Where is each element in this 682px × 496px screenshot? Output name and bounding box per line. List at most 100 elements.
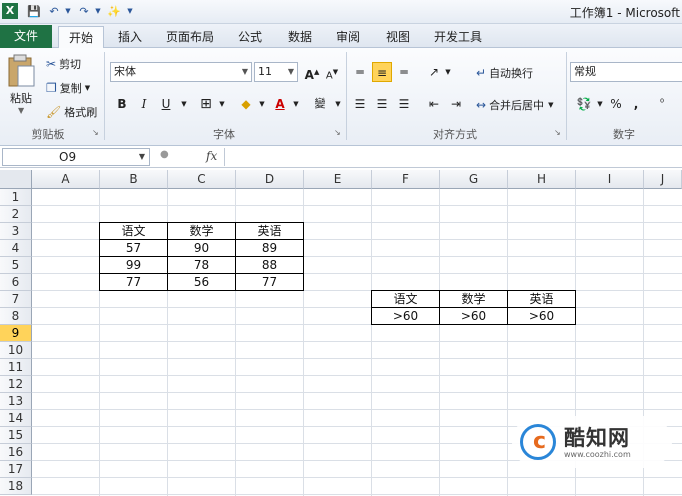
align-center-icon[interactable]: ☰ bbox=[372, 94, 392, 114]
phonetic-button[interactable]: 變 bbox=[310, 94, 330, 114]
table2-cell[interactable]: >60 bbox=[507, 307, 576, 325]
table1-cell[interactable]: 89 bbox=[235, 239, 304, 257]
name-box[interactable]: O9 ▼ bbox=[2, 148, 150, 166]
tab-home[interactable]: 开始 bbox=[58, 26, 104, 48]
align-bottom-icon[interactable]: ═ bbox=[394, 62, 414, 82]
row-header-3[interactable]: 3 bbox=[0, 223, 32, 240]
table1-cell[interactable]: 88 bbox=[235, 256, 304, 274]
align-top-icon[interactable]: ═ bbox=[350, 62, 370, 82]
column-header-f[interactable]: F bbox=[372, 170, 440, 189]
percent-button[interactable]: % bbox=[606, 94, 626, 114]
row-header-14[interactable]: 14 bbox=[0, 410, 32, 427]
phonetic-dropdown-icon[interactable]: ▼ bbox=[328, 94, 348, 114]
underline-button[interactable]: U bbox=[156, 94, 176, 114]
number-format-combo[interactable]: 常规 bbox=[570, 62, 682, 82]
row-header-4[interactable]: 4 bbox=[0, 240, 32, 257]
table1-header-cell[interactable]: 英语 bbox=[235, 222, 304, 240]
table2-header-cell[interactable]: 数学 bbox=[439, 290, 508, 308]
tab-view[interactable]: 视图 bbox=[378, 26, 418, 48]
column-header-j[interactable]: J bbox=[644, 170, 682, 189]
cut-button[interactable]: ✂ 剪切 bbox=[46, 56, 81, 72]
table2-cell[interactable]: >60 bbox=[371, 307, 440, 325]
increase-indent-icon[interactable]: ⇥ bbox=[446, 94, 466, 114]
table1-cell[interactable]: 56 bbox=[167, 273, 236, 291]
redo-dropdown-icon[interactable]: ▼ bbox=[90, 3, 106, 19]
column-header-d[interactable]: D bbox=[236, 170, 304, 189]
row-header-8[interactable]: 8 bbox=[0, 308, 32, 325]
merge-center-button[interactable]: ↔ 合并后居中 ▼ bbox=[476, 97, 553, 113]
tab-developer[interactable]: 开发工具 bbox=[428, 26, 488, 48]
formula-bar-resize-icon[interactable]: ● bbox=[160, 149, 169, 160]
table1-cell[interactable]: 99 bbox=[99, 256, 168, 274]
table1-cell[interactable]: 90 bbox=[167, 239, 236, 257]
row-header-6[interactable]: 6 bbox=[0, 274, 32, 291]
increase-decimal-icon[interactable]: ⁰ bbox=[652, 94, 672, 114]
tab-formulas[interactable]: 公式 bbox=[230, 26, 270, 48]
row-header-10[interactable]: 10 bbox=[0, 342, 32, 359]
tab-file[interactable]: 文件 bbox=[0, 25, 52, 48]
tab-data[interactable]: 数据 bbox=[280, 26, 320, 48]
table1-header-cell[interactable]: 数学 bbox=[167, 222, 236, 240]
table1-cell[interactable]: 57 bbox=[99, 239, 168, 257]
copy-button[interactable]: ❐ 复制 ▼ bbox=[46, 80, 90, 96]
paste-dropdown-icon[interactable]: ▼ bbox=[18, 106, 24, 115]
table1-header-cell[interactable]: 语文 bbox=[99, 222, 168, 240]
underline-dropdown-icon[interactable]: ▼ bbox=[174, 94, 194, 114]
tab-insert[interactable]: 插入 bbox=[110, 26, 150, 48]
table2-header-cell[interactable]: 语文 bbox=[371, 290, 440, 308]
grow-font-button[interactable]: A▲ bbox=[302, 62, 322, 82]
wrap-text-button[interactable]: ↵ 自动换行 bbox=[476, 65, 533, 81]
align-left-icon[interactable]: ☰ bbox=[350, 94, 370, 114]
alignment-launcher-icon[interactable]: ↘ bbox=[554, 128, 561, 137]
decrease-indent-icon[interactable]: ⇤ bbox=[424, 94, 444, 114]
clipboard-launcher-icon[interactable]: ↘ bbox=[92, 128, 99, 137]
row-header-11[interactable]: 11 bbox=[0, 359, 32, 376]
table1-cell[interactable]: 77 bbox=[235, 273, 304, 291]
row-header-9[interactable]: 9 bbox=[0, 325, 32, 342]
save-icon[interactable]: 💾 bbox=[26, 3, 42, 19]
row-header-7[interactable]: 7 bbox=[0, 291, 32, 308]
column-header-g[interactable]: G bbox=[440, 170, 508, 189]
comma-button[interactable]: , bbox=[626, 94, 646, 114]
row-header-18[interactable]: 18 bbox=[0, 478, 32, 495]
column-header-i[interactable]: I bbox=[576, 170, 644, 189]
column-header-c[interactable]: C bbox=[168, 170, 236, 189]
font-name-combo[interactable]: 宋体 ▼ bbox=[110, 62, 252, 82]
orientation-dropdown-icon[interactable]: ▼ bbox=[438, 62, 458, 82]
shrink-font-button[interactable]: A▼ bbox=[322, 62, 342, 82]
font-color-dropdown-icon[interactable]: ▼ bbox=[286, 94, 306, 114]
column-header-b[interactable]: B bbox=[100, 170, 168, 189]
align-middle-icon[interactable]: ≡ bbox=[372, 62, 392, 82]
row-header-17[interactable]: 17 bbox=[0, 461, 32, 478]
font-size-combo[interactable]: 11 ▼ bbox=[254, 62, 298, 82]
italic-button[interactable]: I bbox=[134, 94, 154, 114]
table1-cell[interactable]: 77 bbox=[99, 273, 168, 291]
column-header-a[interactable]: A bbox=[32, 170, 100, 189]
column-header-h[interactable]: H bbox=[508, 170, 576, 189]
undo-dropdown-icon[interactable]: ▼ bbox=[60, 3, 76, 19]
align-right-icon[interactable]: ☰ bbox=[394, 94, 414, 114]
table1-cell[interactable]: 78 bbox=[167, 256, 236, 274]
insert-function-button[interactable]: fx bbox=[206, 149, 217, 163]
row-header-16[interactable]: 16 bbox=[0, 444, 32, 461]
tab-page-layout[interactable]: 页面布局 bbox=[160, 26, 220, 48]
select-all-corner[interactable] bbox=[0, 170, 32, 189]
table2-cell[interactable]: >60 bbox=[439, 307, 508, 325]
paste-icon[interactable] bbox=[6, 54, 36, 88]
column-header-e[interactable]: E bbox=[304, 170, 372, 189]
paste-button[interactable]: 粘贴 bbox=[10, 90, 32, 106]
row-header-1[interactable]: 1 bbox=[0, 189, 32, 206]
tab-review[interactable]: 审阅 bbox=[328, 26, 368, 48]
bold-button[interactable]: B bbox=[112, 94, 132, 114]
row-header-15[interactable]: 15 bbox=[0, 427, 32, 444]
borders-dropdown-icon[interactable]: ▼ bbox=[212, 94, 232, 114]
row-header-12[interactable]: 12 bbox=[0, 376, 32, 393]
format-painter-button[interactable]: 🖌 格式刷 bbox=[46, 104, 97, 120]
row-header-5[interactable]: 5 bbox=[0, 257, 32, 274]
font-launcher-icon[interactable]: ↘ bbox=[334, 128, 341, 137]
row-header-13[interactable]: 13 bbox=[0, 393, 32, 410]
formula-input[interactable] bbox=[224, 148, 682, 166]
customize-dropdown-icon[interactable]: ▼ bbox=[122, 3, 138, 19]
row-header-2[interactable]: 2 bbox=[0, 206, 32, 223]
table2-header-cell[interactable]: 英语 bbox=[507, 290, 576, 308]
